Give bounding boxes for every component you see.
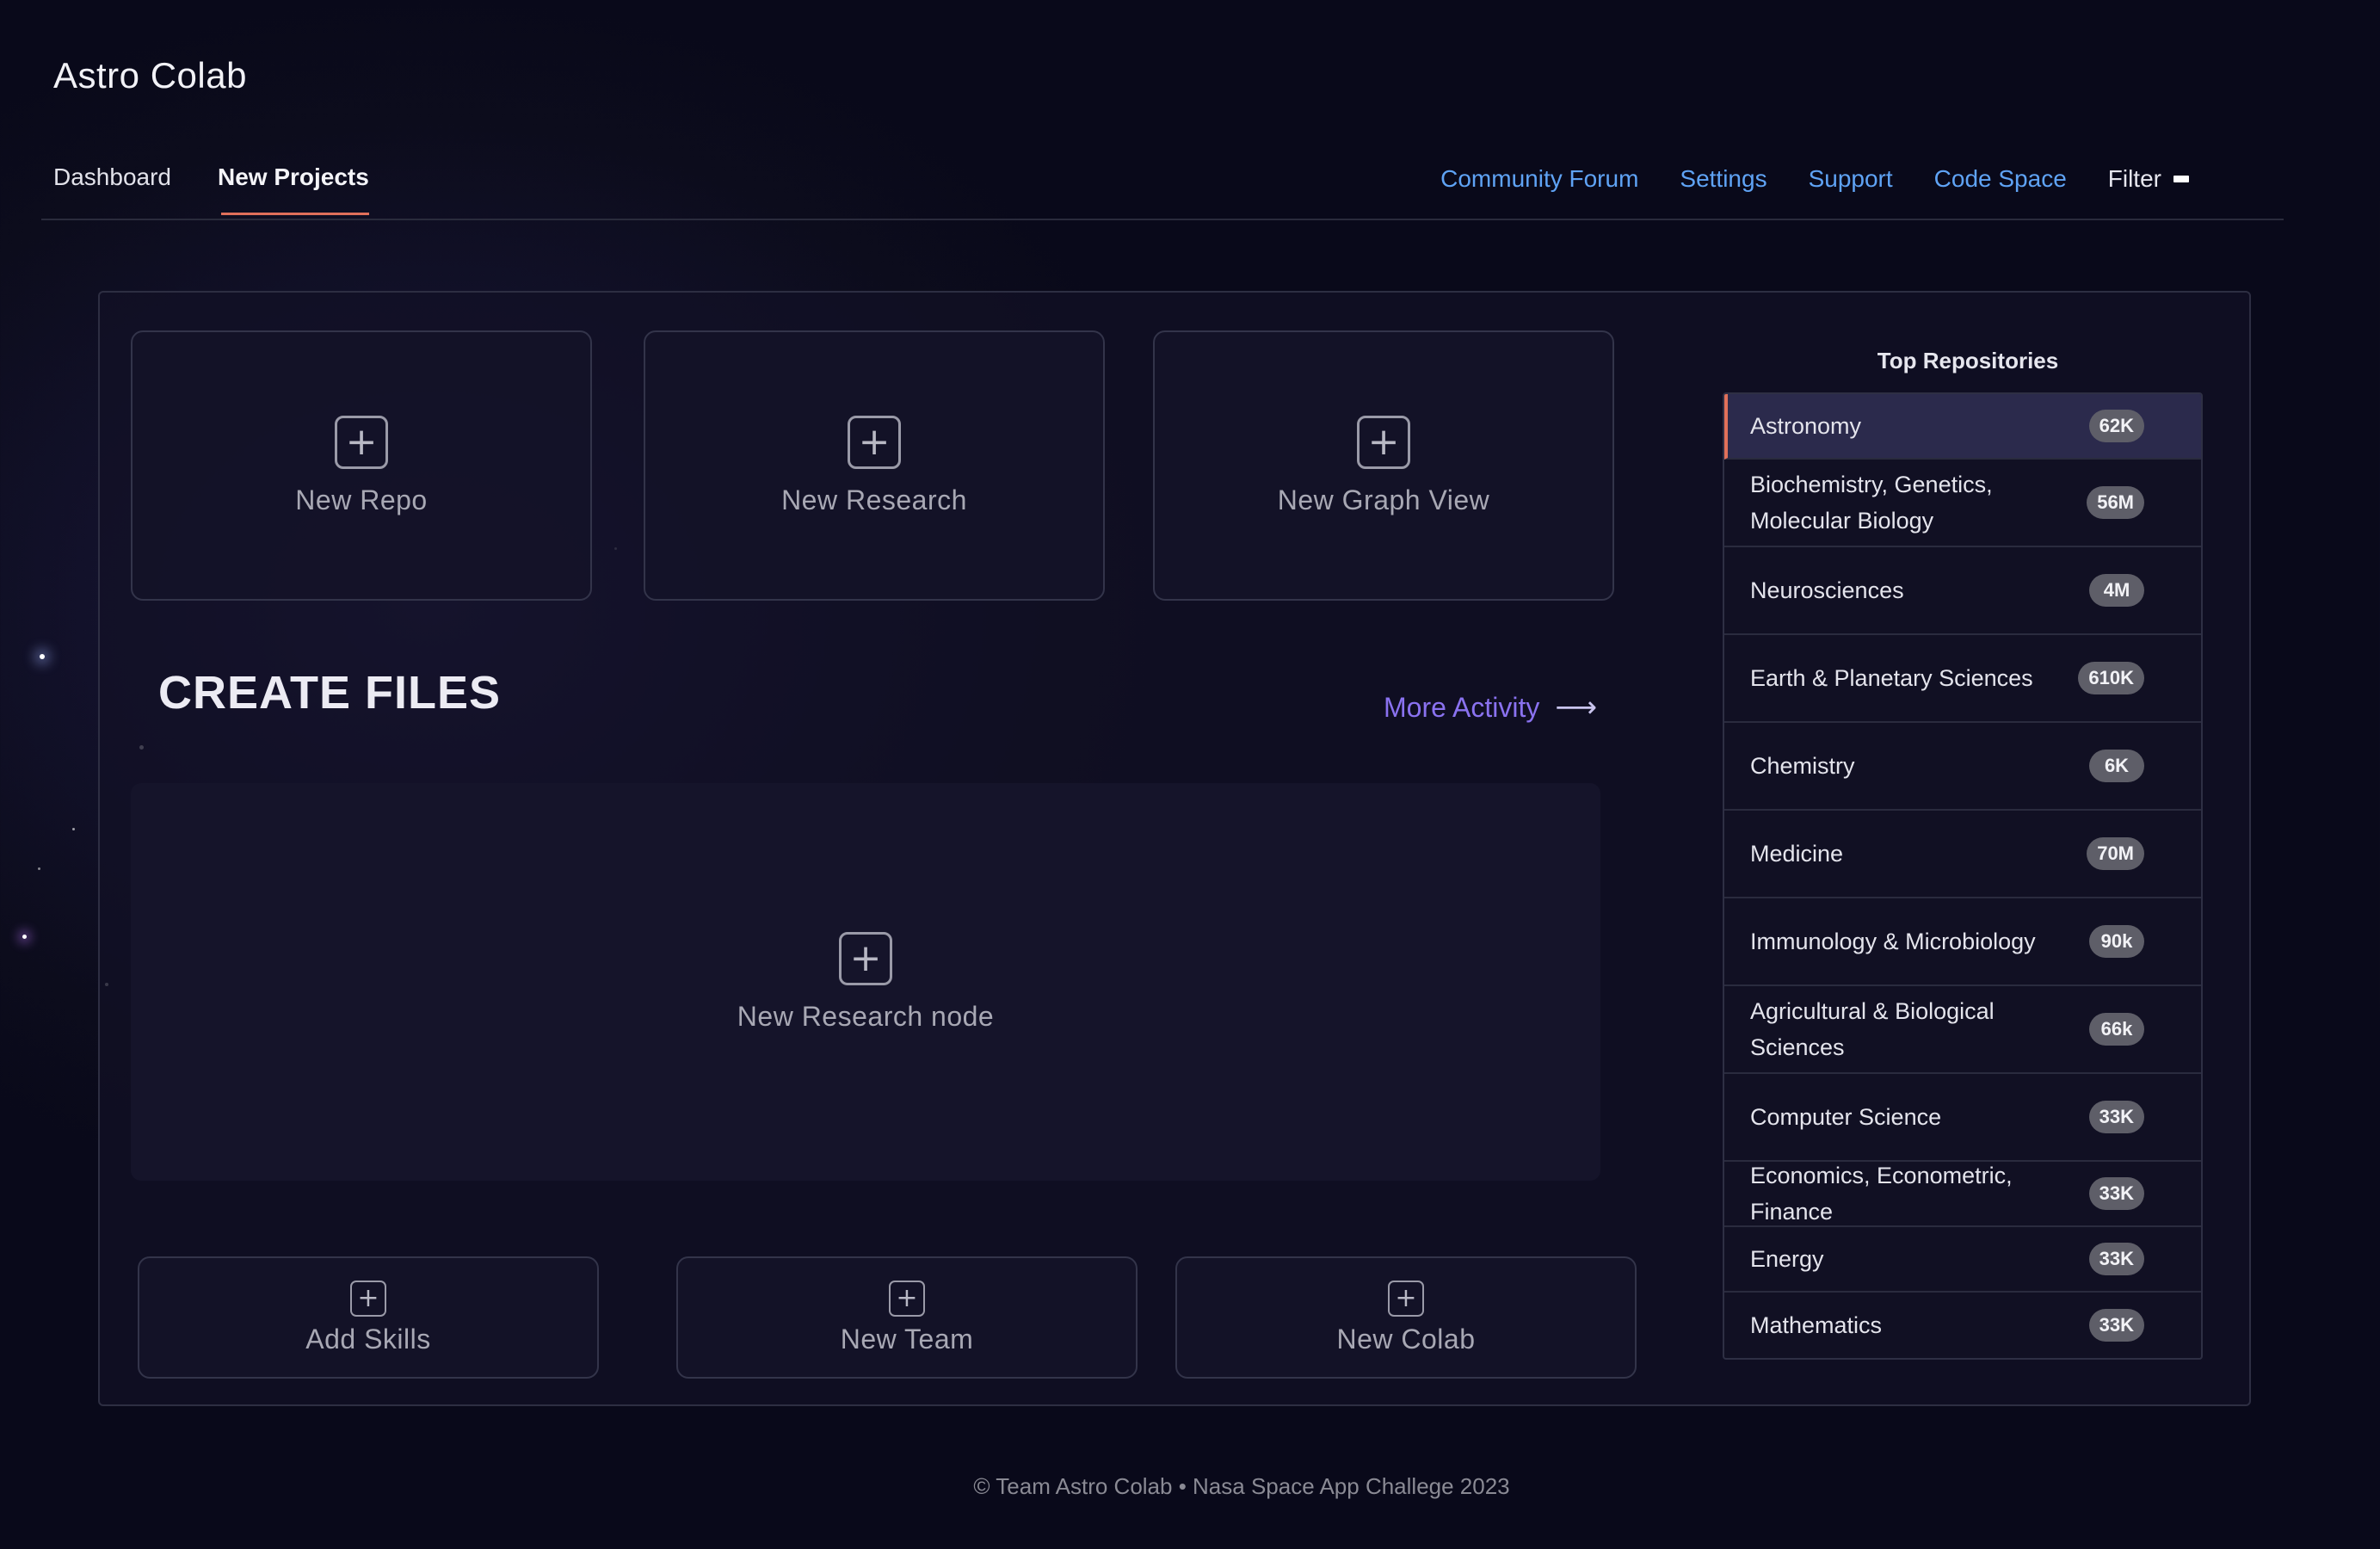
count-badge: 33K [2088, 1243, 2144, 1275]
link-support[interactable]: Support [1809, 165, 1893, 193]
repo-name: Computer Science [1750, 1104, 1942, 1130]
plus-icon: + [889, 1280, 925, 1317]
count-badge: 56M [2087, 486, 2144, 519]
plus-icon: + [335, 415, 388, 469]
star-decoration [40, 654, 45, 659]
card-label: New Colab [1336, 1323, 1476, 1355]
plus-icon: + [350, 1280, 386, 1317]
count-badge: 70M [2087, 837, 2144, 870]
repo-name: Astronomy [1750, 413, 1862, 439]
repo-item-medicine[interactable]: Medicine 70M [1724, 811, 2201, 898]
count-badge: 33K [2088, 1101, 2144, 1133]
tab-dashboard[interactable]: Dashboard [53, 164, 171, 215]
top-navigation: Dashboard New Projects Community Forum S… [41, 146, 2284, 220]
repo-item-astronomy[interactable]: Astronomy 62K [1724, 394, 2201, 460]
repo-name: Earth & Planetary Sciences [1750, 665, 2033, 691]
count-badge: 62K [2088, 410, 2144, 442]
star-decoration [72, 828, 75, 830]
node-label: New Research node [737, 1000, 995, 1032]
filter-label: Filter [2107, 165, 2161, 192]
repo-name: Economics, Econometric, Finance [1750, 1163, 2013, 1225]
card-label: New Team [840, 1323, 974, 1355]
repo-name: Immunology & Microbiology [1750, 929, 2036, 954]
arrow-right-icon: ⟶ [1555, 690, 1598, 725]
app-title: Astro Colab [53, 55, 247, 96]
card-label: Add Skills [305, 1323, 431, 1355]
repo-item-chemistry[interactable]: Chemistry 6K [1724, 723, 2201, 811]
section-title: CREATE FILES [158, 667, 502, 719]
repo-item-agricultural[interactable]: Agricultural & Biological Sciences 66k [1724, 986, 2201, 1074]
repo-item-immunology[interactable]: Immunology & Microbiology 90k [1724, 898, 2201, 986]
repo-name: Mathematics [1750, 1312, 1883, 1338]
new-graph-view-card[interactable]: + New Graph View [1153, 330, 1614, 601]
count-badge: 90k [2089, 925, 2144, 958]
repo-name: Biochemistry, Genetics, Molecular Biolog… [1750, 472, 1993, 534]
add-skills-card[interactable]: + Add Skills [138, 1256, 599, 1379]
repo-item-computer-science[interactable]: Computer Science 33K [1724, 1074, 2201, 1162]
tab-new-projects[interactable]: New Projects [218, 164, 369, 215]
star-decoration [38, 867, 40, 870]
repo-item-biochemistry[interactable]: Biochemistry, Genetics, Molecular Biolog… [1724, 460, 2201, 547]
count-badge: 33K [2088, 1177, 2144, 1210]
new-repo-card[interactable]: + New Repo [131, 330, 592, 601]
more-activity-link[interactable]: More Activity ⟶ [1384, 690, 1597, 725]
repo-item-earth-planetary[interactable]: Earth & Planetary Sciences 610K [1724, 635, 2201, 723]
star-decoration [22, 935, 27, 939]
new-team-card[interactable]: + New Team [676, 1256, 1138, 1379]
repo-item-energy[interactable]: Energy 33K [1724, 1227, 2201, 1293]
nav-links: Community Forum Settings Support Code Sp… [1440, 165, 2189, 193]
filter-button[interactable]: Filter [2108, 165, 2189, 193]
count-badge: 6K [2089, 750, 2144, 782]
more-activity-label: More Activity [1384, 691, 1540, 723]
plus-icon: + [848, 415, 901, 469]
footer-text: © Team Astro Colab • Nasa Space App Chal… [973, 1473, 1510, 1499]
count-badge: 33K [2088, 1309, 2144, 1342]
repo-name: Agricultural & Biological Sciences [1750, 998, 1995, 1060]
plus-icon: + [1388, 1280, 1424, 1317]
link-community-forum[interactable]: Community Forum [1440, 165, 1638, 193]
repo-item-neurosciences[interactable]: Neurosciences 4M [1724, 547, 2201, 635]
count-badge: 66k [2089, 1013, 2144, 1046]
repo-item-economics[interactable]: Economics, Econometric, Finance 33K [1724, 1162, 2201, 1227]
link-code-space[interactable]: Code Space [1934, 165, 2067, 193]
repo-name: Energy [1750, 1246, 1824, 1272]
repo-name: Medicine [1750, 841, 1844, 867]
new-colab-card[interactable]: + New Colab [1175, 1256, 1637, 1379]
card-label: New Graph View [1277, 484, 1490, 515]
repo-item-mathematics[interactable]: Mathematics 33K [1724, 1293, 2201, 1358]
link-settings[interactable]: Settings [1680, 165, 1767, 193]
repository-list: Astronomy 62K Biochemistry, Genetics, Mo… [1723, 392, 2203, 1360]
card-label: New Research [781, 484, 967, 515]
repo-name: Chemistry [1750, 753, 1855, 779]
count-badge: 610K [2078, 662, 2144, 694]
new-research-node-dropzone[interactable]: + New Research node [131, 783, 1600, 1181]
new-research-card[interactable]: + New Research [644, 330, 1105, 601]
plus-icon: + [839, 931, 892, 985]
filter-icon [2173, 176, 2189, 182]
repo-name: Neurosciences [1750, 577, 1904, 603]
nav-tabs: Dashboard New Projects [53, 164, 369, 215]
plus-icon: + [1357, 415, 1410, 469]
count-badge: 4M [2089, 574, 2144, 607]
card-label: New Repo [295, 484, 428, 515]
top-repositories-title: Top Repositories [1877, 348, 2059, 373]
